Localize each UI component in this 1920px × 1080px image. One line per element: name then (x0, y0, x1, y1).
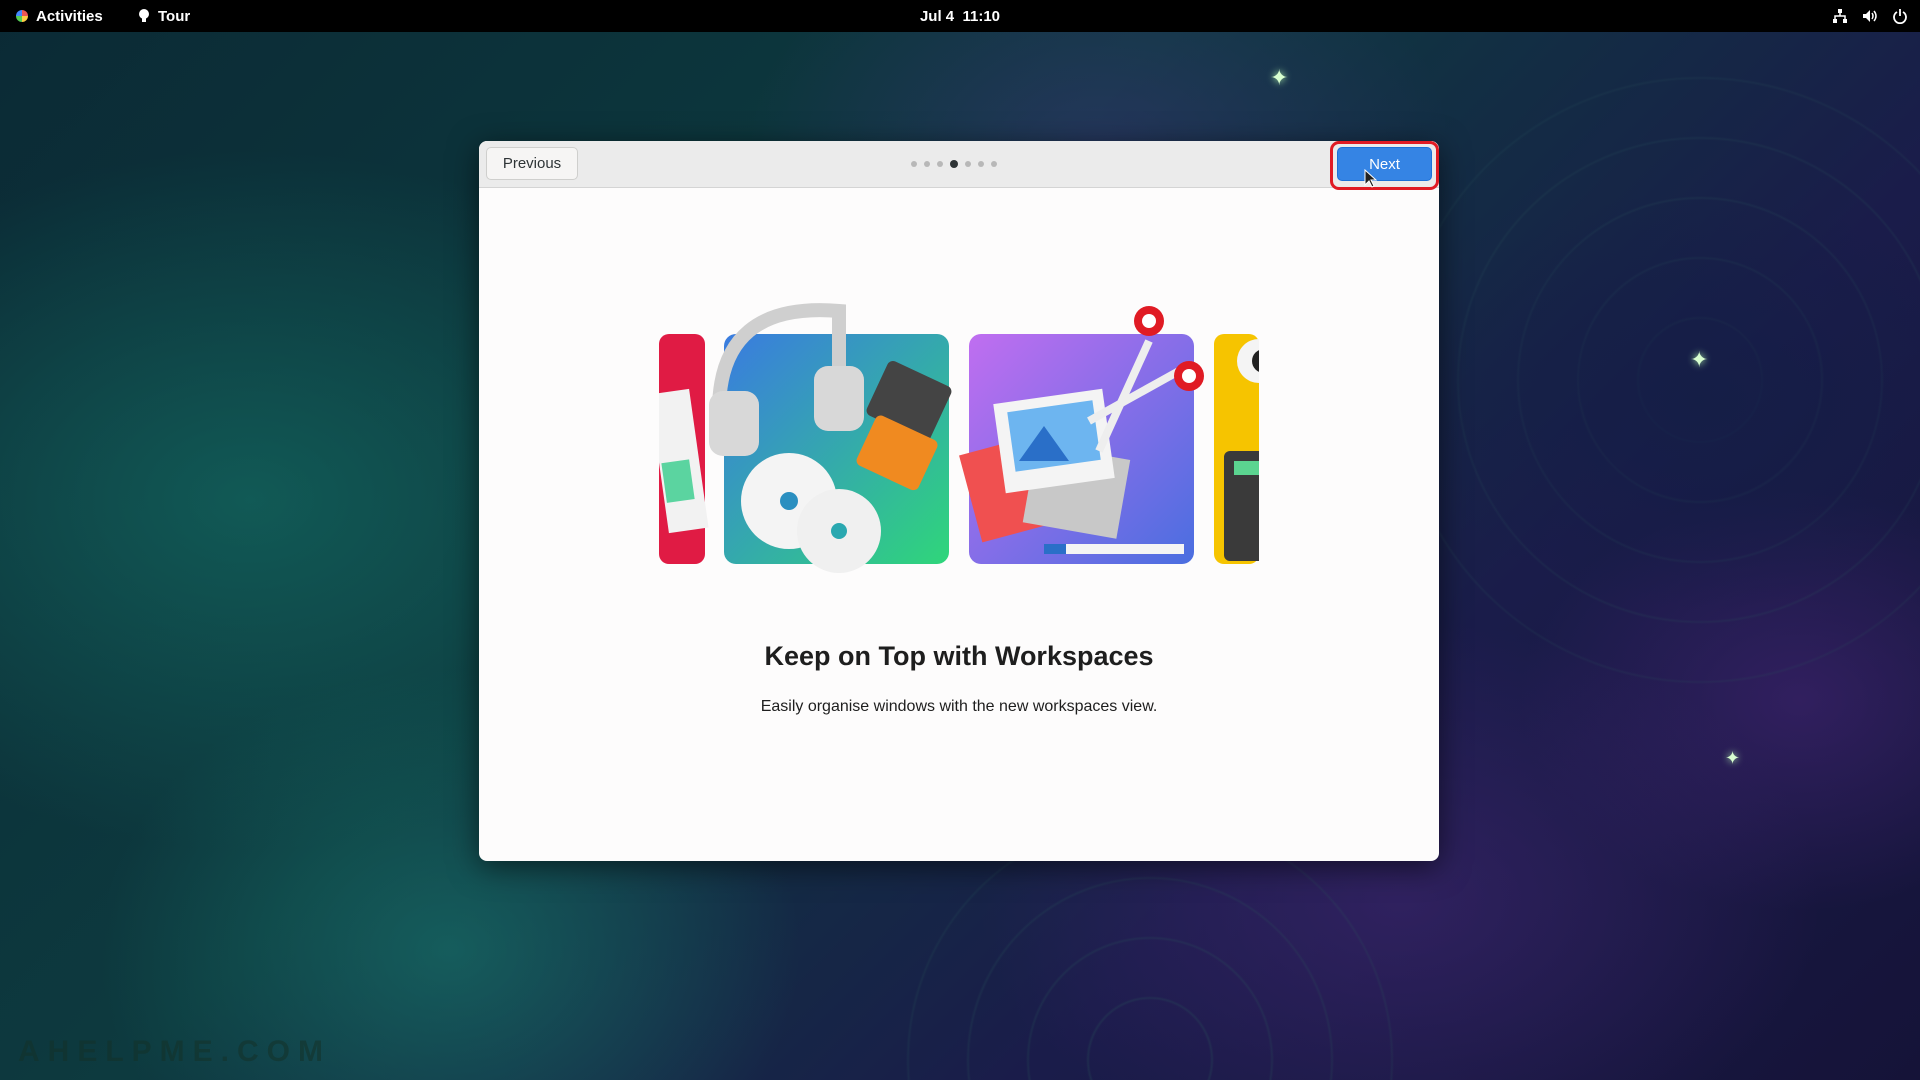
activities-label: Activities (36, 7, 103, 25)
power-icon (1893, 9, 1907, 24)
tour-dialog: Previous Next Keep on Top with Workspace… (479, 141, 1439, 861)
star-decoration: ✦ (1690, 348, 1709, 373)
app-menu-button[interactable]: Tour (138, 0, 190, 32)
star-decoration: ✦ (1725, 748, 1741, 769)
app-menu-label: Tour (158, 7, 191, 25)
workspace-thumbnail-photos (959, 306, 1204, 564)
gnome-logo-icon (16, 10, 28, 22)
workspace-thumbnail-right (1214, 334, 1259, 564)
page-description: Easily organise windows with the new wor… (760, 698, 1158, 715)
workspaces-illustration (659, 303, 1259, 573)
lightbulb-icon (139, 9, 149, 22)
next-button[interactable]: Next (1337, 147, 1432, 181)
workspace-thumbnail-left (659, 334, 709, 564)
header-bar: Previous Next (479, 141, 1439, 190)
activities-button[interactable]: Activities (16, 0, 103, 32)
page-dot[interactable] (924, 161, 930, 167)
volume-icon (1863, 10, 1877, 22)
page-title: Keep on Top with Workspaces (764, 641, 1154, 671)
page-dot[interactable] (978, 161, 984, 167)
page-dot-current[interactable] (950, 160, 958, 168)
watermark: AHELPME.COM (18, 1035, 331, 1068)
page-indicator (911, 160, 997, 168)
page-dot[interactable] (991, 161, 997, 167)
top-bar: Activities Tour Jul 4 11:10 (0, 0, 1920, 32)
page-dot[interactable] (965, 161, 971, 167)
mouse-cursor-icon (1364, 169, 1378, 188)
network-icon (1833, 9, 1847, 23)
system-tray[interactable] (1832, 0, 1908, 32)
star-decoration: ✦ (1270, 66, 1289, 91)
previous-button[interactable]: Previous (486, 147, 578, 180)
clock-button[interactable]: Jul 4 11:10 (920, 8, 1000, 25)
workspace-thumbnail-music (709, 303, 952, 573)
page-dot[interactable] (937, 161, 943, 167)
page-dot[interactable] (911, 161, 917, 167)
